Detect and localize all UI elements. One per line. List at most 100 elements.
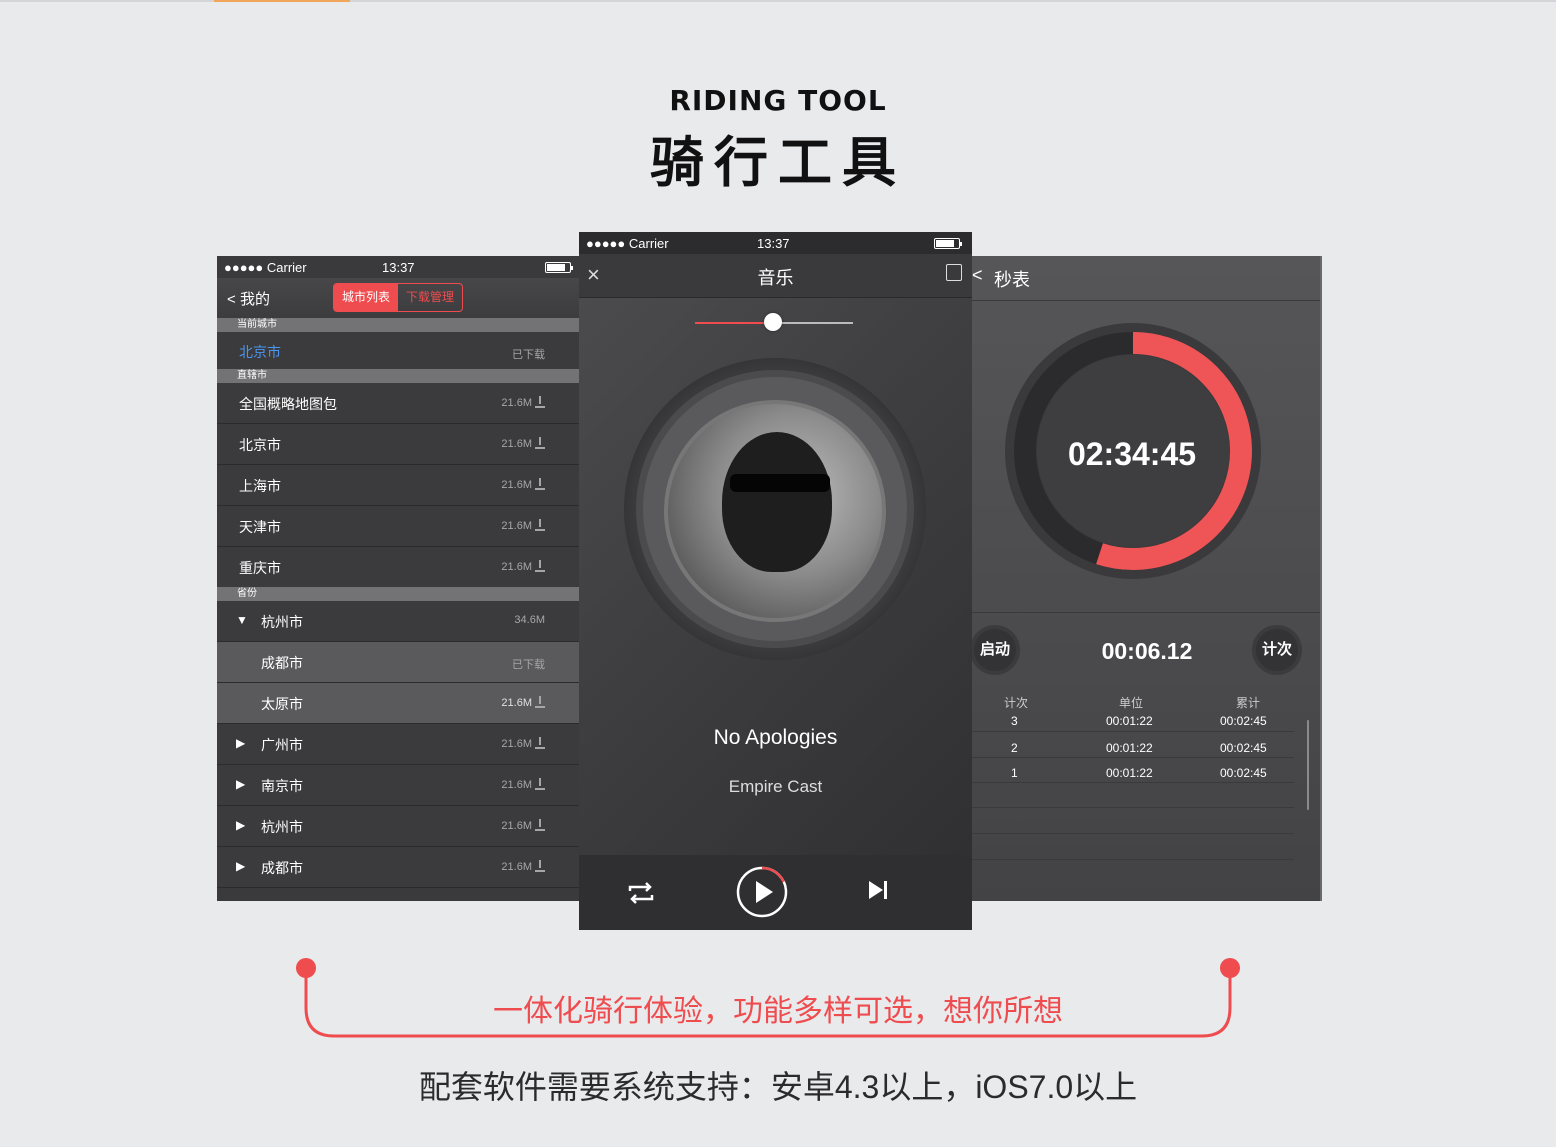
lap-number: 3 [1011,714,1018,728]
list-item[interactable]: ▶ 广州市 21.6M [217,724,579,765]
list-item[interactable]: 太原市 21.6M [217,683,579,724]
list-item[interactable]: ▶ 南京市 21.6M [217,765,579,806]
list-item[interactable]: 天津市 21.6M [217,506,579,547]
album-cover [664,400,886,622]
city-name: 上海市 [239,478,281,494]
caret-right-icon[interactable]: ▶ [236,736,245,750]
tab-city-list[interactable]: 城市列表 [334,284,399,311]
caret-right-icon[interactable]: ▶ [236,818,245,832]
chevron-left-icon: < [227,291,236,308]
chevron-left-icon[interactable]: < [972,265,983,286]
size-value: 21.6M [501,861,532,873]
caret-down-icon[interactable]: ▼ [236,613,248,627]
size-label: 21.6M [501,396,545,409]
column-header-lap: 计次 [1004,696,1029,710]
download-icon[interactable] [535,396,545,408]
list-item[interactable]: 北京市 已下载 [217,332,579,371]
status-bar: ●●●●● Carrier 13:37 [579,232,972,254]
volume-slider-knob[interactable] [764,313,782,331]
nav-bar: × 音乐 [579,254,972,298]
size-label: 21.6M [501,737,545,750]
playlist-search-icon[interactable] [946,264,962,281]
nav-bar: < 秒表 [972,256,1320,301]
carrier-label: ●●●●● Carrier [224,260,307,275]
size-value: 21.6M [501,438,532,450]
size-label: 21.6M [501,819,545,832]
lap-unit: 00:01:22 [1106,714,1153,728]
song-title: No Apologies [713,726,838,749]
size-value: 21.6M [501,820,532,832]
size-label: 21.6M [501,778,545,791]
play-button[interactable] [736,866,788,918]
list-item[interactable]: ▶ 成都市 21.6M [217,847,579,888]
download-icon[interactable] [535,519,545,531]
city-name: 重庆市 [239,560,281,576]
lap-total: 00:02:45 [1220,714,1267,728]
lap-unit: 00:01:22 [1106,766,1153,780]
portrait-silhouette [722,432,832,572]
download-icon[interactable] [535,478,545,490]
start-button[interactable]: 启动 [972,625,1020,675]
slogan: 一体化骑行体验，功能多样可选，想你所想 [493,995,1063,1028]
tab-download-manager[interactable]: 下载管理 [398,284,462,311]
column-header-total: 累计 [1236,696,1261,710]
next-track-icon[interactable] [865,877,891,903]
download-icon[interactable] [535,560,545,572]
back-label: 我的 [239,291,270,308]
table-row-divider [972,807,1294,808]
list-item[interactable]: 上海市 21.6M [217,465,579,506]
size-value: 21.6M [501,697,532,709]
download-icon[interactable] [535,778,545,790]
list-item-expanded[interactable]: ▼ 杭州市 34.6M [217,601,579,642]
download-icon[interactable] [535,437,545,449]
size-label: 21.6M [501,519,545,532]
status-time: 13:37 [382,260,415,275]
size-value: 21.6M [501,520,532,532]
top-accent-bar [214,0,350,2]
list-item[interactable]: 北京市 21.6M [217,424,579,465]
list-item[interactable]: ▶ 杭州市 21.6M [217,806,579,847]
back-button[interactable]: < 我的 [227,288,270,309]
system-requirement-note: 配套软件需要系统支持：安卓4.3以上，iOS7.0以上 [418,1069,1138,1105]
battery-icon [934,238,962,249]
scrollbar[interactable] [1307,720,1309,810]
volume-track-filled [695,322,773,324]
list-item[interactable]: 全国概略地图包 21.6M [217,383,579,424]
lap-unit: 00:01:22 [1106,741,1153,755]
artist-name: Empire Cast [728,777,823,796]
play-icon [756,881,773,903]
carrier-label: ●●●●● Carrier [586,236,669,251]
city-name: 北京市 [239,437,281,453]
table-row-divider [972,731,1294,732]
size-label: 21.6M [501,696,545,709]
heading-english: RIDING TOOL [669,84,887,117]
size-value: 34.6M [514,614,545,626]
downloaded-label: 已下载 [512,349,545,361]
caret-right-icon[interactable]: ▶ [236,777,245,791]
lap-button[interactable]: 计次 [1252,625,1302,675]
repeat-icon[interactable] [626,878,656,908]
city-name: 成都市 [261,860,303,876]
city-name: 成都市 [261,655,303,671]
size-label: 21.6M [501,437,545,450]
section-header: 直辖市 [217,369,579,383]
city-name: 杭州市 [261,819,303,835]
lap-number: 1 [1011,766,1018,780]
size-label: 21.6M [501,478,545,491]
download-icon[interactable] [535,819,545,831]
volume-track-empty [773,322,853,324]
size-label: 21.6M [501,560,545,573]
section-title-province: 省份 [237,588,257,599]
download-icon[interactable] [535,737,545,749]
caret-right-icon[interactable]: ▶ [236,859,245,873]
section-title-municipal: 直辖市 [237,370,267,381]
city-name: 北京市 [239,344,281,360]
table-row-divider [972,782,1294,783]
download-icon[interactable] [535,860,545,872]
city-name: 全国概略地图包 [239,396,337,412]
list-item[interactable]: 成都市 已下载 [217,642,579,683]
download-icon[interactable] [535,696,545,708]
divider [972,612,1320,613]
page-title: 秒表 [994,270,1030,290]
list-item[interactable]: 重庆市 21.6M [217,547,579,588]
